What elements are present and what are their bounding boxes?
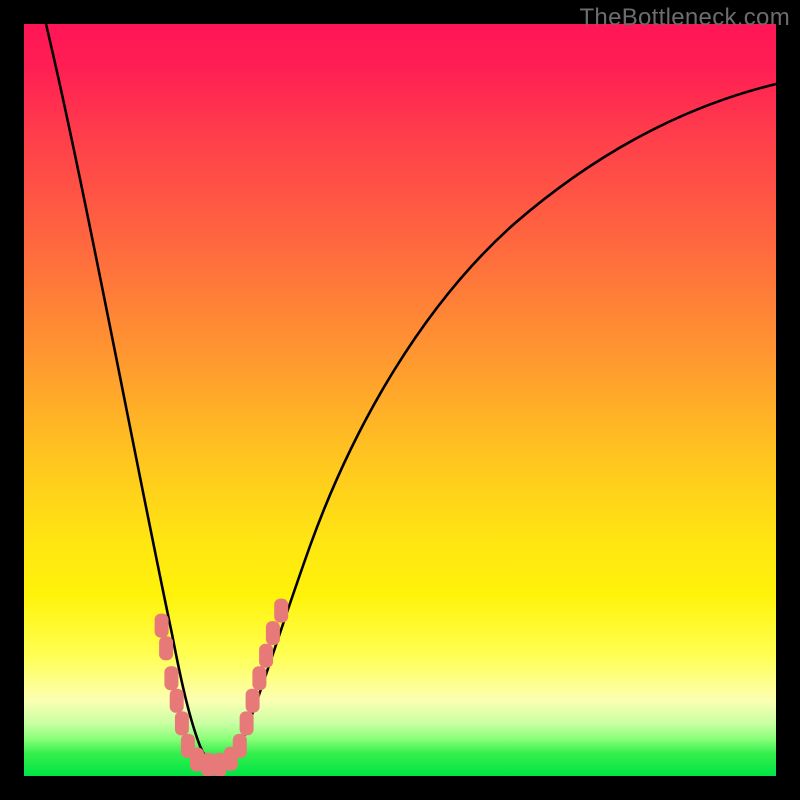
marker-right-marker-4 bbox=[252, 666, 266, 690]
curve-right-branch bbox=[219, 84, 776, 770]
marker-group bbox=[155, 599, 289, 776]
marker-right-marker-3 bbox=[246, 689, 260, 713]
marker-right-marker-6 bbox=[266, 621, 280, 645]
marker-left-marker-3 bbox=[164, 666, 178, 690]
marker-left-marker-1 bbox=[155, 614, 169, 638]
marker-left-marker-2 bbox=[159, 636, 173, 660]
plot-area bbox=[24, 24, 776, 776]
chart-frame: TheBottleneck.com bbox=[0, 0, 800, 800]
bottleneck-curve bbox=[46, 24, 776, 770]
curve-layer bbox=[24, 24, 776, 776]
marker-right-marker-1 bbox=[233, 734, 247, 758]
marker-right-marker-2 bbox=[240, 711, 254, 735]
marker-left-marker-4 bbox=[170, 689, 184, 713]
marker-right-marker-5 bbox=[259, 644, 273, 668]
marker-right-marker-7 bbox=[274, 599, 288, 623]
marker-left-marker-5 bbox=[175, 711, 189, 735]
watermark-text: TheBottleneck.com bbox=[579, 4, 790, 32]
curve-left-branch bbox=[46, 24, 219, 770]
